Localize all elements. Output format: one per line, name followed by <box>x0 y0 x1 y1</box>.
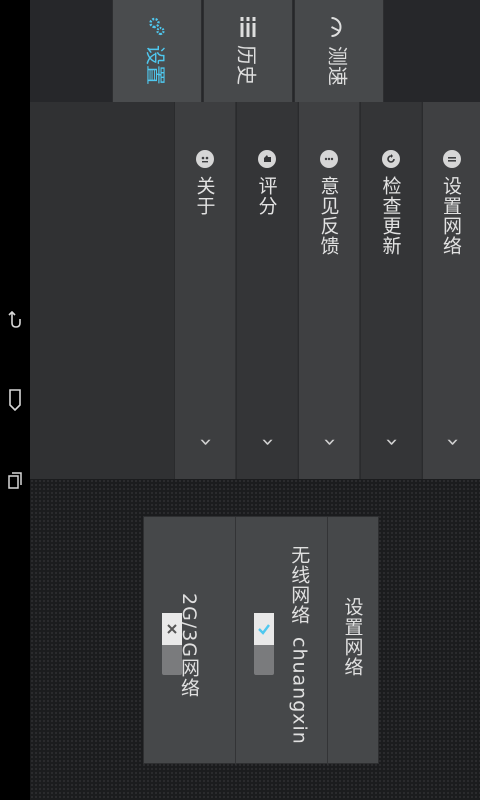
settings-list: 关于 › 评分 › 意见反馈 › 检查更新 › 设置网络 › <box>30 102 480 479</box>
refresh-icon <box>382 150 400 168</box>
checkmark-icon <box>254 613 274 645</box>
tab-speedtest[interactable]: 测速 <box>294 0 384 102</box>
back-button[interactable] <box>0 300 30 340</box>
home-button[interactable] <box>0 380 30 420</box>
mobile-network-toggle[interactable] <box>162 613 182 675</box>
home-icon <box>9 389 21 411</box>
wifi-option: 无线网络 chuangxin <box>236 517 328 765</box>
settings-item-label: 设置网络 <box>440 176 462 256</box>
tab-history-label: 历史 <box>234 45 259 85</box>
settings-item-label: 关于 <box>193 176 216 216</box>
list-icon <box>239 17 257 37</box>
settings-item-label: 意见反馈 <box>317 176 340 256</box>
settings-item-label: 检查更新 <box>379 176 402 256</box>
close-icon <box>162 613 182 645</box>
wifi-toggle[interactable] <box>254 613 274 675</box>
dialog-title: 设置网络 <box>341 597 364 677</box>
settings-item-network[interactable]: 设置网络 › <box>422 102 480 479</box>
recent-apps-button[interactable] <box>0 460 30 500</box>
chevron-right-icon: › <box>193 437 218 447</box>
speedometer-icon <box>330 16 348 38</box>
tab-history[interactable]: 历史 <box>203 0 293 102</box>
about-icon <box>196 150 214 168</box>
gears-icon <box>147 17 167 37</box>
chevron-right-icon: › <box>255 437 280 447</box>
feedback-icon <box>320 150 338 168</box>
settings-item-feedback[interactable]: 意见反馈 › <box>298 102 359 479</box>
chevron-right-icon: › <box>439 437 465 447</box>
screen: 设置 历史 测速 关于 › 评分 › 意见反馈 › 检查更新 › 设置网络 › … <box>0 0 480 800</box>
rating-icon <box>258 150 276 168</box>
tab-settings[interactable]: 设置 <box>112 0 202 102</box>
dialog-header: 设置网络 <box>328 517 378 765</box>
chevron-right-icon: › <box>379 437 404 447</box>
tab-settings-label: 设置 <box>143 45 168 85</box>
tab-bar: 设置 历史 测速 <box>30 0 480 102</box>
tab-speedtest-label: 测速 <box>325 46 350 86</box>
network-icon <box>442 150 461 168</box>
settings-item-about[interactable]: 关于 › <box>174 102 235 479</box>
wifi-label: 无线网络 <box>288 545 311 625</box>
settings-item-check-update[interactable]: 检查更新 › <box>360 102 421 479</box>
recent-apps-icon <box>8 472 22 489</box>
back-icon <box>8 311 21 328</box>
network-settings-dialog: 2G/3G网络 无线网络 chuangxin 设置网络 <box>143 516 379 765</box>
settings-item-rating[interactable]: 评分 › <box>236 102 297 479</box>
settings-item-label: 评分 <box>255 176 278 216</box>
wifi-ssid: chuangxin <box>288 637 311 745</box>
chevron-right-icon: › <box>317 437 342 447</box>
system-nav-bar <box>0 0 30 800</box>
mobile-network-option: 2G/3G网络 <box>144 517 236 765</box>
